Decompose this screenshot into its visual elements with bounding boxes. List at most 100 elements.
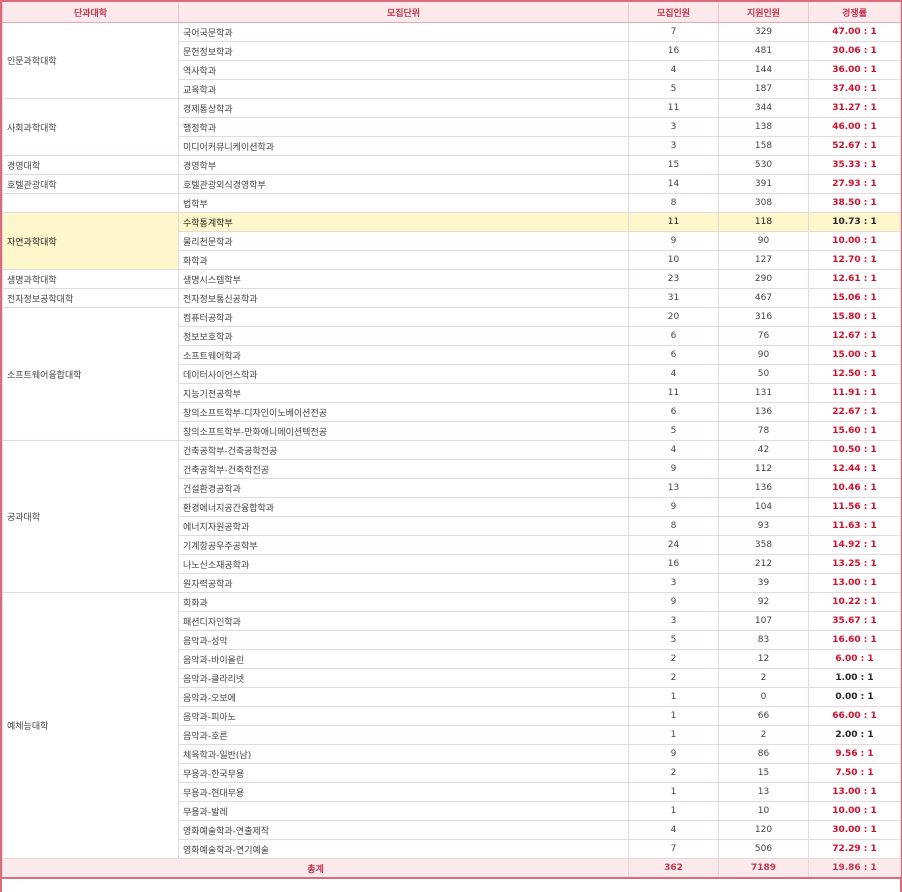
quota-cell: 7	[628, 839, 719, 859]
quota-cell: 4	[628, 364, 719, 384]
quota-cell: 4	[628, 60, 719, 80]
table-row: 공과대학 건축공학부-건축공학전공 4 42 10.50 : 1	[2, 440, 901, 593]
table-row: 생명과학대학 생명시스템학부 23 290 12.61 : 1	[2, 269, 901, 289]
college-cell: 전자정보공학대학	[2, 288, 179, 308]
total-row: 총계 362 7189 19.86 : 1	[2, 858, 901, 879]
dept-cell: 체육학과-일반(남)	[178, 744, 629, 764]
competition-ratio-table: 단과대학 모집단위 모집인원 지원인원 경쟁률 인문과학대학 국어국문학과 7 329…	[2, 0, 901, 879]
quota-cell: 24	[628, 535, 719, 555]
ratio-cell: 12.70 : 1	[808, 250, 901, 270]
header-college: 단과대학	[2, 0, 179, 23]
ratio-cell: 46.00 : 1	[808, 117, 901, 137]
college-cell: 자연과학대학	[2, 212, 179, 270]
quota-cell: 7	[628, 22, 719, 42]
quota-cell: 3	[628, 117, 719, 137]
applicants-cell: 136	[718, 402, 809, 422]
applicants-cell: 66	[718, 706, 809, 726]
quota-cell: 4	[628, 820, 719, 840]
applicants-cell: 0	[718, 687, 809, 707]
dept-cell: 생명시스템학부	[178, 269, 629, 289]
quota-cell: 9	[628, 497, 719, 517]
quota-cell: 1	[628, 687, 719, 707]
total-quota: 362	[628, 858, 719, 879]
applicants-cell: 12	[718, 649, 809, 669]
dept-cell: 영화예술학과-연기예술	[178, 839, 629, 859]
header-dept: 모집단위	[178, 0, 629, 23]
quota-cell: 14	[628, 174, 719, 194]
table-row: 사회과학대학 경제통상학과 11 344 31.27 : 1	[2, 98, 901, 156]
dept-cell: 음악과-성악	[178, 630, 629, 650]
applicants-cell: 42	[718, 440, 809, 460]
ratio-cell: 13.00 : 1	[808, 573, 901, 593]
dept-cell: 음악과-호른	[178, 725, 629, 745]
quota-cell: 6	[628, 326, 719, 346]
applicants-cell: 86	[718, 744, 809, 764]
table-row: 호텔관광대학 호텔관광외식경영학부 14 391 27.93 : 1	[2, 174, 901, 194]
quota-cell: 6	[628, 345, 719, 365]
table-row: 소프트웨어융합대학 컴퓨터공학과 20 316 15.80 : 1	[2, 307, 901, 441]
total-applicants: 7189	[718, 858, 809, 879]
dept-cell: 에너지자원공학과	[178, 516, 629, 536]
applicants-cell: 127	[718, 250, 809, 270]
ratio-cell: 35.33 : 1	[808, 155, 901, 175]
table-row: 예체능대학 회화과 9 92 10.22 : 1	[2, 592, 901, 859]
quota-cell: 16	[628, 554, 719, 574]
ratio-cell: 52.67 : 1	[808, 136, 901, 156]
dept-cell: 물리천문학과	[178, 231, 629, 251]
ratio-cell: 14.92 : 1	[808, 535, 901, 555]
dept-cell: 음악과-클라리넷	[178, 668, 629, 688]
quota-cell: 9	[628, 459, 719, 479]
quota-cell: 9	[628, 592, 719, 612]
applicants-cell: 290	[718, 269, 809, 289]
dept-cell: 문헌정보학과	[178, 41, 629, 61]
quota-cell: 15	[628, 155, 719, 175]
dept-cell: 창의소프트학부-만화애니메이션텍전공	[178, 421, 629, 441]
quota-cell: 11	[628, 383, 719, 403]
applicants-cell: 136	[718, 478, 809, 498]
ratio-cell: 72.29 : 1	[808, 839, 901, 859]
applicants-cell: 107	[718, 611, 809, 631]
ratio-cell: 1.00 : 1	[808, 668, 901, 688]
total-label: 총계	[2, 858, 629, 879]
dept-cell: 영화예술학과-연출제작	[178, 820, 629, 840]
quota-cell: 11	[628, 212, 719, 232]
ratio-cell: 12.61 : 1	[808, 269, 901, 289]
college-cell: 생명과학대학	[2, 269, 179, 289]
dept-cell: 컴퓨터공학과	[178, 307, 629, 327]
quota-cell: 2	[628, 649, 719, 669]
ratio-cell: 11.56 : 1	[808, 497, 901, 517]
applicants-cell: 138	[718, 117, 809, 137]
applicants-cell: 506	[718, 839, 809, 859]
dept-cell: 데이터사이언스학과	[178, 364, 629, 384]
quota-cell: 1	[628, 725, 719, 745]
applicants-cell: 308	[718, 193, 809, 213]
applicants-cell: 83	[718, 630, 809, 650]
ratio-cell: 6.00 : 1	[808, 649, 901, 669]
ratio-cell: 12.44 : 1	[808, 459, 901, 479]
college-cell: 공과대학	[2, 440, 179, 593]
quota-cell: 13	[628, 478, 719, 498]
dept-cell: 환경에너지공간융합학과	[178, 497, 629, 517]
applicants-cell: 212	[718, 554, 809, 574]
ratio-cell: 10.22 : 1	[808, 592, 901, 612]
applicants-cell: 131	[718, 383, 809, 403]
applicants-cell: 2	[718, 668, 809, 688]
college-cell: 사회과학대학	[2, 98, 179, 156]
quota-cell: 4	[628, 440, 719, 460]
table-row: 인문과학대학 국어국문학과 7 329 47.00 : 1	[2, 22, 901, 99]
ratio-cell: 13.25 : 1	[808, 554, 901, 574]
applicants-cell: 90	[718, 231, 809, 251]
quota-cell: 10	[628, 250, 719, 270]
dept-cell: 건설환경공학과	[178, 478, 629, 498]
applicants-cell: 90	[718, 345, 809, 365]
ratio-cell: 10.46 : 1	[808, 478, 901, 498]
ratio-cell: 10.73 : 1	[808, 212, 901, 232]
ratio-cell: 36.00 : 1	[808, 60, 901, 80]
applicants-cell: 112	[718, 459, 809, 479]
applicants-cell: 467	[718, 288, 809, 308]
total-ratio: 19.86 : 1	[808, 858, 901, 879]
quota-cell: 16	[628, 41, 719, 61]
college-cell: 소프트웨어융합대학	[2, 307, 179, 441]
dept-cell: 원자력공학과	[178, 573, 629, 593]
competition-ratio-table-container: 단과대학 모집단위 모집인원 지원인원 경쟁률 인문과학대학 국어국문학과 7 329…	[0, 0, 902, 892]
